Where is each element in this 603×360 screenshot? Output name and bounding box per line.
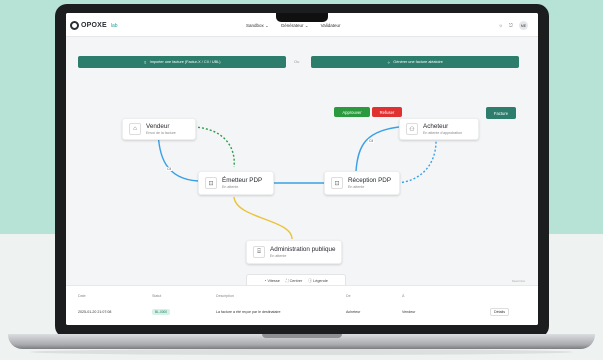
avatar[interactable]: ME [519, 21, 528, 30]
cell-date: 2025-01-20 21:07:08 [78, 310, 112, 314]
app-screen: OPOXE lab Sandbox ⌄ Générateur ⌄ Validat… [66, 13, 538, 325]
node-vendeur[interactable]: ⌂ Vendeur Envoi de la facture [122, 118, 196, 140]
attribution[interactable]: React Flow [512, 280, 525, 283]
col-from: De [346, 294, 351, 298]
node-status: En attente [270, 254, 287, 258]
col-status: Statut [152, 294, 162, 298]
server-icon: ⊡ [205, 177, 217, 189]
node-title: Administration publique [270, 246, 336, 253]
node-status: En attente [348, 185, 365, 189]
generate-label: Générer une facture aléatoire [393, 60, 443, 64]
flow-edges [157, 126, 437, 240]
node-title: Émetteur PDP [222, 177, 263, 184]
cell-to: Vendeur [402, 310, 416, 314]
generate-invoice-button[interactable]: ✧ Générer une facture aléatoire [311, 56, 519, 68]
cell-description: La facture a été reçue par le destinatai… [216, 310, 281, 314]
edge-label-cii: CII [166, 167, 173, 171]
node-emetteur-pdp[interactable]: ⊡ Émetteur PDP En attente [198, 171, 274, 195]
logo-suffix: lab [110, 22, 118, 29]
logo-text: OPOXE [81, 22, 107, 29]
node-status: En attente d'approbation [423, 131, 463, 135]
main-nav: Sandbox ⌄ Générateur ⌄ Validateur [246, 23, 341, 29]
node-title: Acheteur [423, 123, 449, 130]
header-icons: ☼ ⎋ ME [498, 21, 528, 30]
edge-reception-acheteur [355, 126, 400, 172]
center-button[interactable]: ⛶ Centrer [286, 279, 302, 283]
edge-emetteur-vendeur [193, 126, 235, 168]
factory-icon: ⌂ [129, 123, 141, 135]
logo-icon [70, 21, 79, 30]
flow-canvas[interactable]: CII CII ⌂ Vendeur Envoi de la facture ⊡ … [66, 79, 538, 299]
approve-button[interactable]: Approuver [334, 107, 370, 117]
speed-label: Vitesse [267, 279, 280, 283]
legend-button[interactable]: ⓘ Légende [308, 279, 328, 284]
logo[interactable]: OPOXE lab [70, 21, 118, 30]
server-icon: ⊡ [331, 177, 343, 189]
node-status: Envoi de la facture [146, 131, 176, 135]
theme-icon[interactable]: ☼ [498, 23, 503, 29]
upload-icon: ⇪ [143, 60, 147, 65]
node-status: En attente [222, 185, 239, 189]
node-title: Vendeur [146, 123, 170, 130]
speed-button[interactable]: ◔ Vitesse [264, 279, 280, 283]
col-description: Description [216, 294, 234, 298]
refuse-button[interactable]: Refuser [372, 107, 402, 117]
center-label: Centrer [289, 279, 303, 283]
legend-label: Légende [313, 278, 328, 283]
edge-emetteur-admin [233, 196, 293, 240]
nav-validateur[interactable]: Validateur [321, 23, 341, 29]
node-title: Réception PDP [348, 177, 392, 184]
node-reception-pdp[interactable]: ⊡ Réception PDP En attente [324, 171, 400, 195]
cell-from: Acheteur [346, 310, 361, 314]
status-badge: BL-0000 [152, 309, 171, 315]
invoice-button[interactable]: Facture [486, 107, 516, 119]
user-icon: ⚇ [406, 123, 418, 135]
node-administration-publique[interactable]: ⌸ Administration publique En attente [246, 240, 342, 264]
node-acheteur[interactable]: ⚇ Acheteur En attente d'approbation [399, 118, 479, 140]
logout-icon[interactable]: ⎋ [509, 23, 513, 29]
edge-label-cii: CII [368, 139, 375, 143]
laptop-shadow [30, 349, 573, 355]
building-icon: ⌸ [253, 246, 265, 258]
nav-generateur[interactable]: Générateur ⌄ [281, 23, 309, 29]
nav-sandbox[interactable]: Sandbox ⌄ [246, 23, 269, 29]
laptop-base-notch [262, 334, 342, 338]
camera-notch [276, 13, 328, 22]
edge-acheteur-reception [393, 140, 437, 184]
details-button[interactable]: Détails [490, 308, 509, 316]
import-label: Importer une facture (Factur-X / CII / U… [149, 60, 221, 64]
col-date: Date [78, 294, 86, 298]
or-separator: Ou [294, 59, 300, 64]
events-table: Date Statut Description De À 2025-01-20 … [66, 285, 538, 325]
import-invoice-button[interactable]: ⇪ Importer une facture (Factur-X / CII /… [78, 56, 286, 68]
sparkle-icon: ✧ [387, 60, 391, 65]
col-to: À [402, 294, 405, 298]
